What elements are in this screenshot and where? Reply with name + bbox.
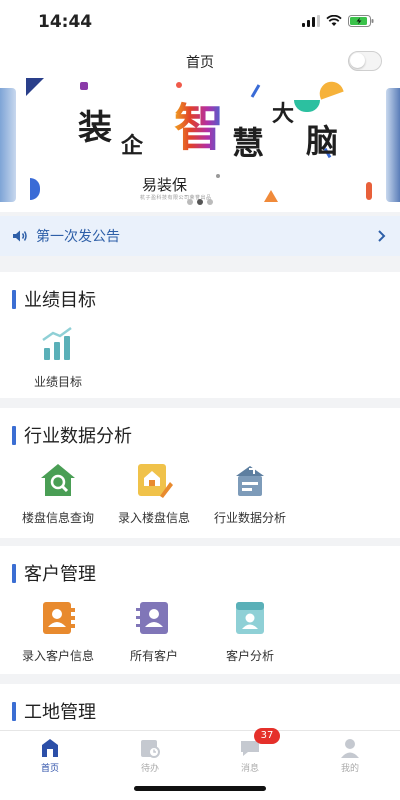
carousel-dot[interactable] — [207, 199, 213, 205]
banner-headline-char: 装 — [78, 108, 112, 148]
status-time: 14:44 — [38, 12, 93, 32]
menu-item-label: 录入客户信息 — [21, 649, 94, 663]
menu-item-label: 楼盘信息查询 — [21, 511, 94, 525]
section-accent-bar — [12, 563, 16, 583]
menu-item-all-customers[interactable]: 所有客户 — [106, 598, 202, 664]
bar-chart-icon — [38, 324, 78, 364]
menu-item-customer-analysis[interactable]: 客户分析 — [202, 598, 298, 664]
decorative-shape — [250, 84, 261, 98]
section-title: 业绩目标 — [24, 290, 96, 311]
menu-item-performance-goals[interactable]: 业绩目标 — [10, 324, 106, 390]
section-title: 行业数据分析 — [24, 426, 132, 447]
decorative-shape — [294, 100, 320, 112]
house-edit-icon — [134, 460, 174, 500]
customer-book-icon — [38, 598, 78, 638]
carousel-dot[interactable] — [197, 199, 203, 205]
speaker-icon — [13, 230, 27, 242]
section-industry-data-analysis: 行业数据分析 楼盘信息查询 录入楼盘信息 行业数据分析 — [0, 408, 400, 538]
section-header: 客户管理 — [12, 560, 96, 586]
section-accent-bar — [12, 289, 16, 309]
section-accent-bar — [12, 701, 16, 721]
section-items: 业绩目标 — [0, 324, 400, 390]
customer-list-icon — [134, 598, 174, 638]
mode-toggle[interactable] — [348, 51, 382, 71]
page-title: 首页 — [186, 55, 214, 71]
tab-label: 消息 — [240, 764, 259, 774]
todo-icon — [141, 740, 160, 758]
banner-brand-name: 易装保 — [142, 176, 188, 194]
unread-badge: 37 — [254, 728, 280, 744]
banner-headline-char: 企 — [121, 133, 144, 159]
battery-icon — [348, 15, 374, 27]
tab-label: 我的 — [340, 764, 359, 774]
status-bar: 14:44 — [0, 0, 400, 44]
home-indicator — [134, 786, 266, 791]
decorative-shape — [216, 174, 220, 178]
wifi-icon — [326, 15, 342, 26]
section-items: 楼盘信息查询 录入楼盘信息 行业数据分析 — [0, 460, 400, 526]
section-customer-management: 客户管理 录入客户信息 所有客户 客户分析 — [0, 546, 400, 674]
section-accent-bar — [12, 425, 16, 445]
banner-headline-char: 智 — [174, 88, 224, 160]
banner-headline-char: 脑 — [306, 122, 339, 160]
banner-slide[interactable]: 装 企 智 慧 大 脑 易装保 杭子盈科技有限公司荣誉出品 — [26, 78, 374, 212]
menu-item-label: 行业数据分析 — [213, 511, 286, 525]
decorative-shape — [316, 78, 344, 100]
section-header: 工地管理 — [12, 698, 96, 724]
status-icons — [302, 15, 374, 27]
menu-item-label: 业绩目标 — [33, 375, 82, 389]
tab-profile[interactable]: 我的 — [300, 731, 400, 800]
tab-home[interactable]: 首页 — [0, 731, 100, 800]
section-site-management: 工地管理 — [0, 684, 400, 730]
banner-headline-char: 慧 — [232, 124, 265, 162]
carousel-indicator — [0, 199, 400, 205]
section-title: 工地管理 — [24, 702, 96, 723]
menu-item-industry-analysis[interactable]: 行业数据分析 — [202, 460, 298, 526]
data-analysis-icon — [230, 460, 270, 500]
announcement-bar[interactable]: 第一次发公告 — [0, 216, 400, 256]
menu-item-label: 客户分析 — [225, 649, 274, 663]
carousel-dot[interactable] — [187, 199, 193, 205]
customer-analysis-icon — [230, 598, 270, 638]
tab-label: 待办 — [140, 764, 159, 774]
section-items: 录入客户信息 所有客户 客户分析 — [0, 598, 400, 664]
section-header: 行业数据分析 — [12, 422, 132, 448]
menu-item-property-search[interactable]: 楼盘信息查询 — [10, 460, 106, 526]
next-slide-peek[interactable] — [386, 88, 400, 202]
profile-icon — [341, 739, 359, 758]
house-search-icon — [38, 460, 78, 500]
menu-item-enter-property[interactable]: 录入楼盘信息 — [106, 460, 202, 526]
navigation-bar: 首页 — [0, 44, 400, 78]
home-icon — [42, 739, 58, 757]
tab-label: 首页 — [40, 764, 59, 774]
decorative-shape — [366, 182, 372, 200]
previous-slide-peek[interactable] — [0, 88, 16, 202]
decorative-shape — [80, 82, 88, 90]
chevron-right-icon — [378, 230, 386, 242]
announcement-text: 第一次发公告 — [36, 229, 120, 245]
decorative-shape — [30, 178, 40, 200]
section-title: 客户管理 — [24, 564, 96, 585]
signal-icon — [302, 15, 320, 27]
toggle-knob — [350, 53, 365, 68]
menu-item-label: 所有客户 — [129, 649, 178, 663]
menu-item-enter-customer[interactable]: 录入客户信息 — [10, 598, 106, 664]
decorative-shape — [26, 78, 44, 96]
section-header: 业绩目标 — [12, 286, 96, 312]
section-performance-goals: 业绩目标 业绩目标 — [0, 272, 400, 398]
banner-headline-char: 大 — [272, 101, 295, 127]
banner-carousel[interactable]: 装 企 智 慧 大 脑 易装保 杭子盈科技有限公司荣誉出品 — [0, 78, 400, 212]
menu-item-label: 录入楼盘信息 — [117, 511, 190, 525]
